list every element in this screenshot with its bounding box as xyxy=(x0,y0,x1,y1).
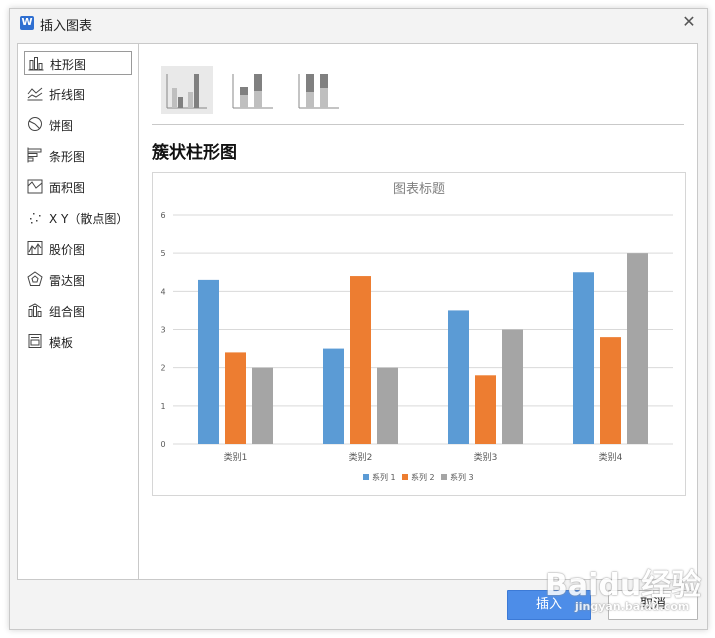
section-divider xyxy=(152,124,684,125)
sidebar-item-stock[interactable]: 股价图 xyxy=(24,237,130,259)
x-tick-label: 类别2 xyxy=(349,451,373,463)
sidebar-item-label: 面积图 xyxy=(49,181,86,195)
dialog-titlebar: W 插入图表 ✕ xyxy=(10,9,707,37)
x-tick-label: 类别4 xyxy=(599,451,623,463)
column-chart-icon xyxy=(28,57,44,71)
bar xyxy=(475,375,496,444)
stacked-column-icon xyxy=(232,74,273,109)
chart-title: 图表标题 xyxy=(393,182,445,197)
sidebar-item-label: X Y（散点图） xyxy=(49,212,129,226)
template-icon xyxy=(28,334,42,348)
y-tick-label: 4 xyxy=(160,287,165,296)
sidebar-item-combo[interactable]: 组合图 xyxy=(24,299,130,321)
chart-type-sidebar: 柱形图 折线图 饼图 条形图 面积图 X Y（散点图） 股价图 雷达图 组合图 … xyxy=(18,44,139,579)
subtype-percent-stacked-column[interactable] xyxy=(293,66,345,114)
scatter-chart-icon xyxy=(30,213,41,224)
legend-swatch xyxy=(402,474,408,480)
sidebar-item-column[interactable]: 柱形图 xyxy=(24,51,132,75)
bar xyxy=(252,367,273,444)
sidebar-item-label: 折线图 xyxy=(49,88,86,102)
bar xyxy=(627,253,648,444)
bar xyxy=(448,310,469,444)
radar-chart-icon xyxy=(27,271,43,286)
insert-button[interactable]: 插入 xyxy=(507,590,591,620)
y-tick-label: 1 xyxy=(160,402,165,411)
legend-label: 系列 3 xyxy=(450,472,474,482)
sidebar-item-pie[interactable]: 饼图 xyxy=(24,113,130,135)
x-tick-label: 类别1 xyxy=(224,451,248,463)
bar xyxy=(573,272,594,444)
legend-swatch xyxy=(441,474,447,480)
stock-chart-icon xyxy=(27,241,43,255)
dialog-title: 插入图表 xyxy=(40,19,93,34)
subtype-stacked-column[interactable] xyxy=(227,66,279,114)
sidebar-item-label: 股价图 xyxy=(49,243,86,257)
sidebar-item-line[interactable]: 折线图 xyxy=(24,82,130,104)
sidebar-item-label: 饼图 xyxy=(49,119,74,133)
sidebar-item-label: 条形图 xyxy=(49,150,86,164)
bar xyxy=(600,337,621,444)
dialog-content-panel: 柱形图 折线图 饼图 条形图 面积图 X Y（散点图） 股价图 雷达图 组合图 … xyxy=(17,43,698,580)
bar xyxy=(377,367,398,444)
sidebar-item-label: 雷达图 xyxy=(49,274,86,288)
sidebar-item-scatter[interactable]: X Y（散点图） xyxy=(24,206,130,228)
chart-preview-svg: 图表标题 0 1 2 3 4 5 6 类别1 类别2 类别3 类别4 系列 1 系列 2 系列 3 xyxy=(160,182,673,482)
line-chart-icon xyxy=(27,87,43,101)
chart-subtype-title: 簇状柱形图 xyxy=(152,143,237,163)
percent-stacked-column-icon xyxy=(298,74,339,109)
bar xyxy=(502,329,523,444)
y-tick-label: 5 xyxy=(160,249,165,258)
y-tick-label: 2 xyxy=(160,364,165,373)
sidebar-item-label: 柱形图 xyxy=(50,58,87,72)
bar-chart-icon xyxy=(27,147,42,163)
y-tick-label: 0 xyxy=(160,440,165,449)
clustered-column-icon xyxy=(166,74,207,109)
bar xyxy=(350,276,371,444)
legend-label: 系列 2 xyxy=(411,472,435,482)
legend-swatch xyxy=(363,474,369,480)
wps-writer-icon: W xyxy=(20,16,34,30)
sidebar-item-template[interactable]: 模板 xyxy=(24,330,130,352)
legend-label: 系列 1 xyxy=(372,472,396,482)
area-chart-icon xyxy=(27,179,43,194)
sidebar-item-label: 组合图 xyxy=(49,305,86,319)
sidebar-item-bar[interactable]: 条形图 xyxy=(24,144,130,166)
cancel-button[interactable]: 取消 xyxy=(608,590,698,620)
bar xyxy=(323,348,344,444)
sidebar-item-label: 模板 xyxy=(49,336,74,350)
y-tick-label: 3 xyxy=(160,326,165,335)
insert-chart-dialog: W 插入图表 ✕ 柱形图 折线图 饼图 条形图 面积图 X Y（散点图） 股价图… xyxy=(9,8,708,630)
bar xyxy=(198,279,219,444)
x-tick-label: 类别3 xyxy=(474,451,498,463)
y-tick-label: 6 xyxy=(160,211,165,220)
bar xyxy=(225,352,246,444)
close-icon[interactable]: ✕ xyxy=(679,12,699,32)
pie-chart-icon xyxy=(28,117,42,131)
chart-preview: 图表标题 0 1 2 3 4 5 6 类别1 类别2 类别3 类别4 系列 1 系列 2 系列 3 xyxy=(152,172,686,496)
sidebar-item-area[interactable]: 面积图 xyxy=(24,175,130,197)
combo-chart-icon xyxy=(28,303,42,317)
subtype-clustered-column[interactable] xyxy=(161,66,213,114)
sidebar-item-radar[interactable]: 雷达图 xyxy=(24,268,130,290)
